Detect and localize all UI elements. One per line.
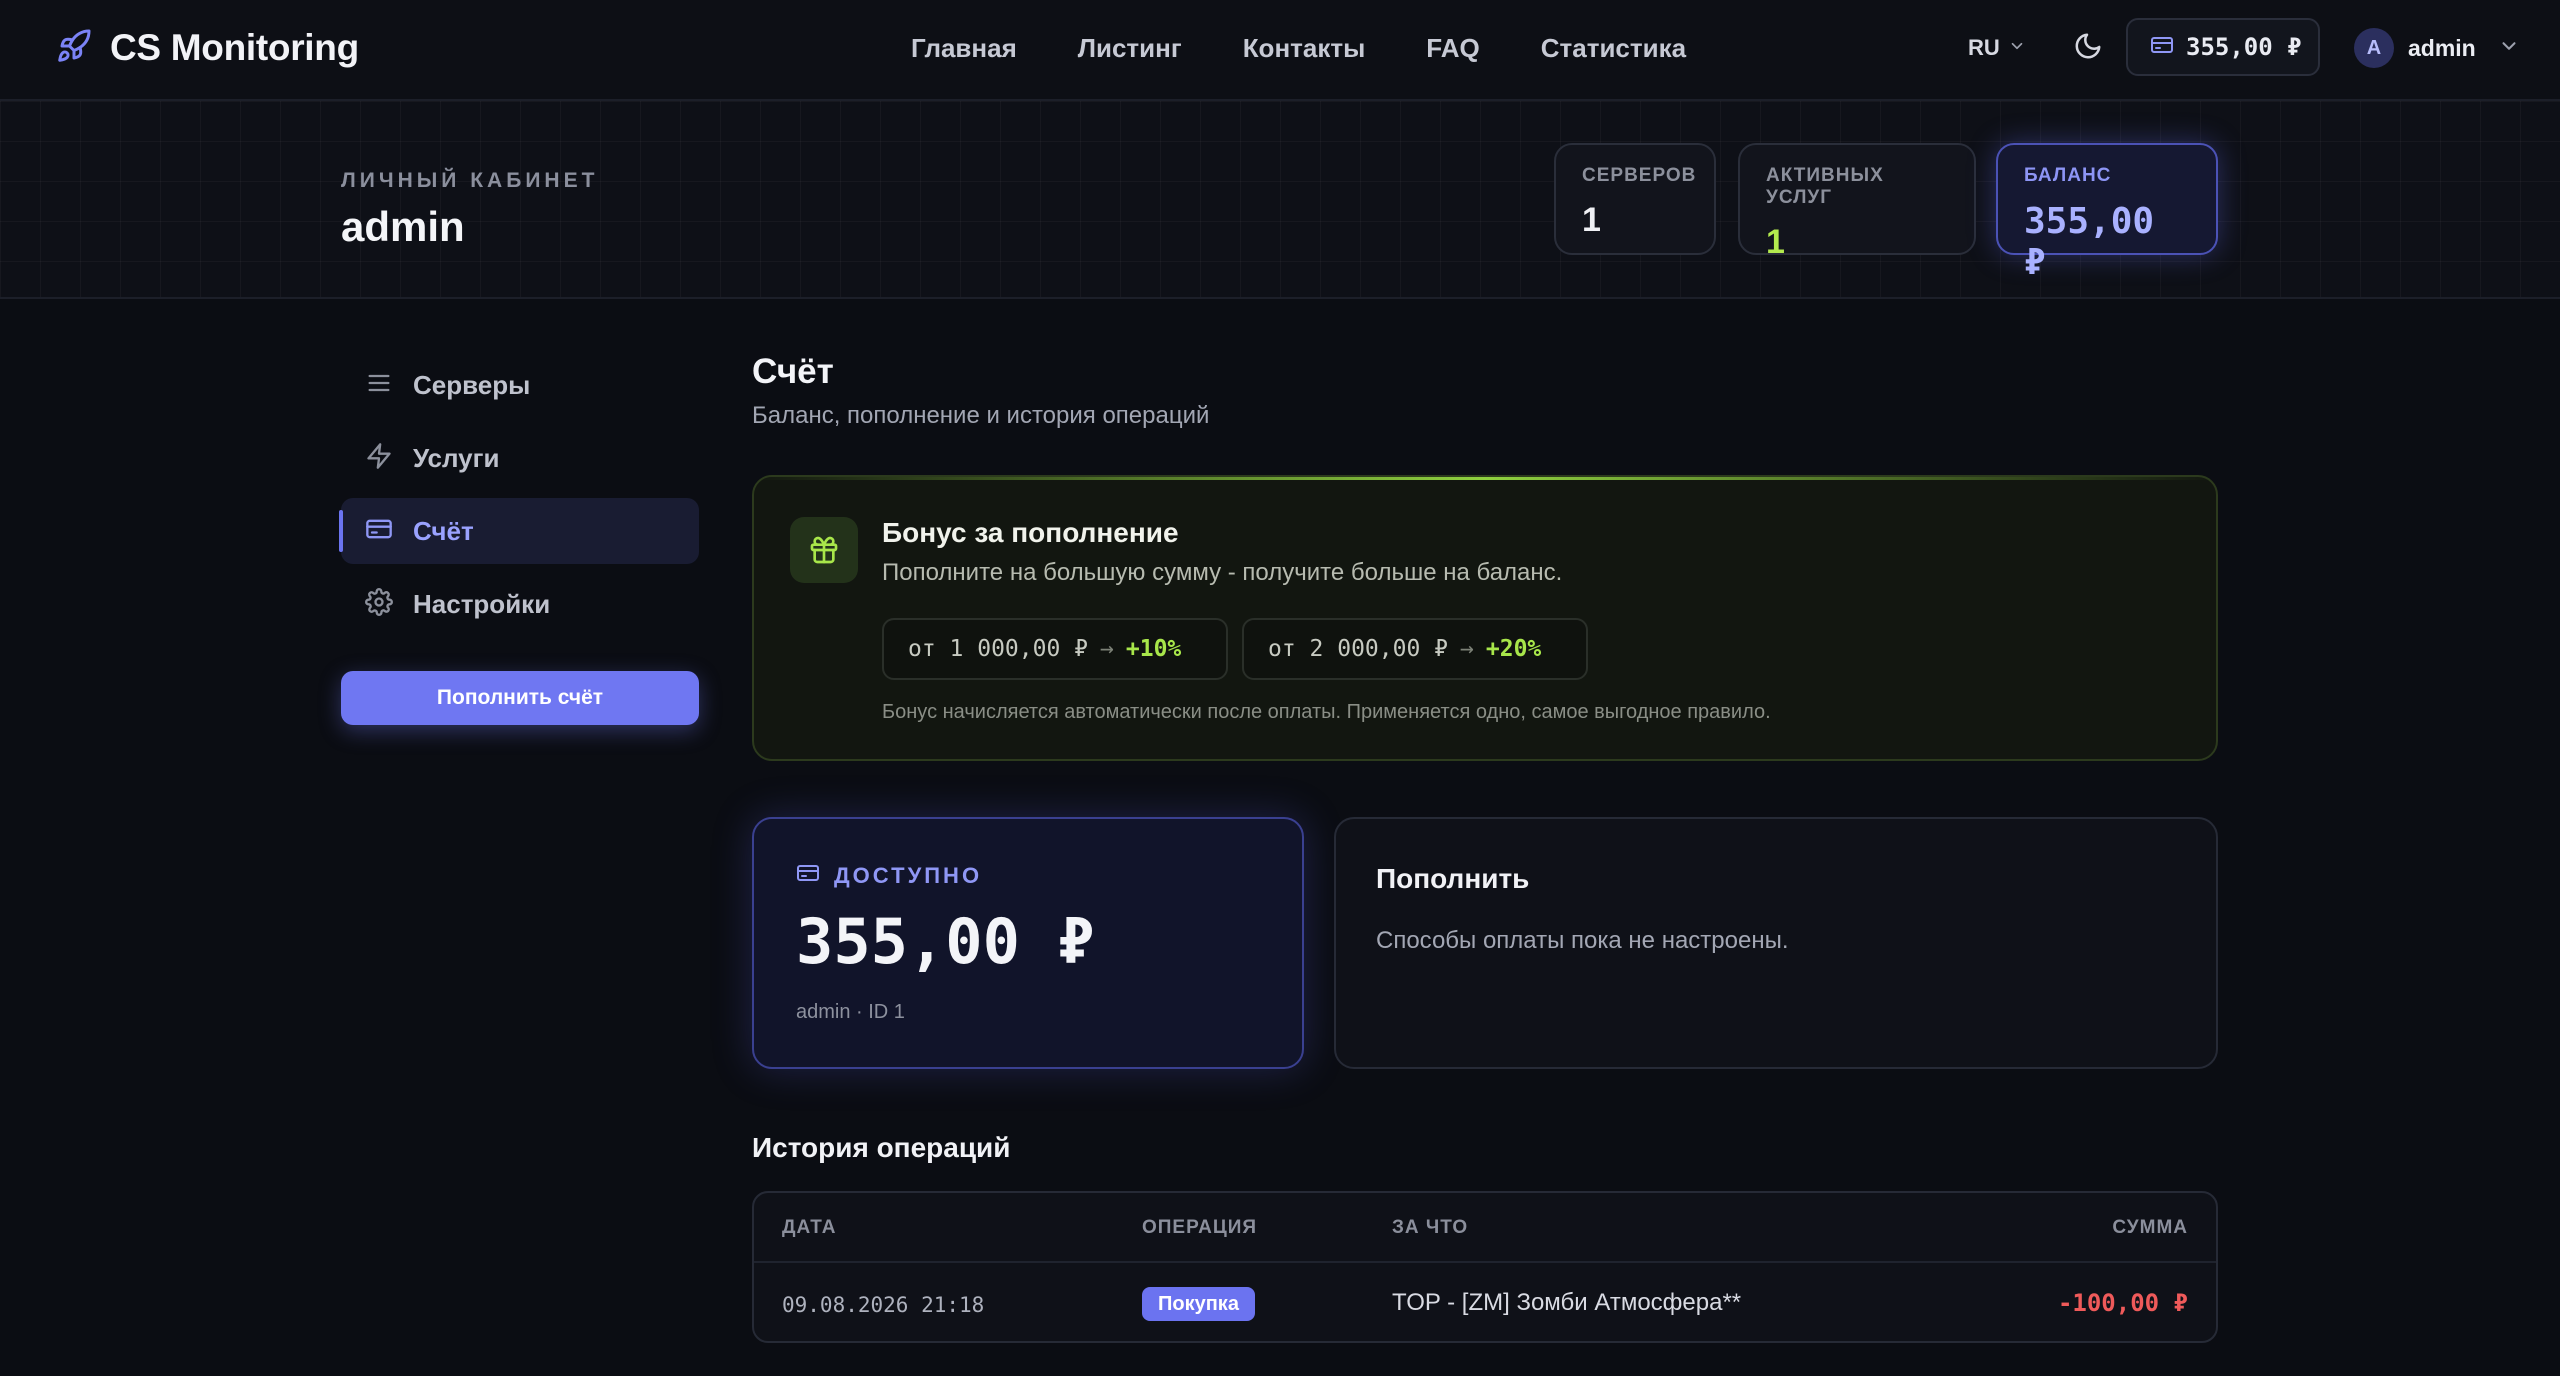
stat-balance-value: 355,00 ₽ [2024, 201, 2155, 283]
language-label: RU [1968, 35, 2000, 60]
moon-icon [2073, 31, 2103, 66]
sidebar-item-label: Счёт [413, 515, 474, 546]
operation-badge: Покупка [1142, 1287, 1255, 1321]
refill-card: Пополнить Способы оплаты пока не настрое… [1334, 817, 2218, 1069]
lightning-icon [365, 442, 393, 475]
bonus-title: Бонус за пополнение [882, 517, 1179, 548]
arrow-right-icon: → [1100, 636, 1114, 662]
main-nav: Главная Листинг Контакты FAQ Статистика [911, 28, 1686, 68]
stat-services-label: АКТИВНЫХ УСЛУГ [1766, 165, 1884, 208]
history-table: ДАТА ОПЕРАЦИЯ ЗА ЧТО СУММА 09.08.2026 21… [752, 1191, 2218, 1343]
row-description: TOP - [ZM] Зомби Атмосфера** [1392, 1289, 1742, 1316]
stat-servers-value: 1 [1582, 201, 1601, 239]
column-header-amount[interactable]: СУММА [2112, 1217, 2188, 1239]
sidebar-item-label: Серверы [413, 369, 531, 400]
theme-toggle-button[interactable] [2070, 30, 2106, 66]
bonus-tier: от 2 000,00 ₽ → +20% [1242, 618, 1588, 680]
column-header-for[interactable]: ЗА ЧТО [1392, 1217, 1468, 1239]
stat-servers-card: СЕРВЕРОВ 1 [1554, 143, 1716, 255]
available-amount: 355,00 ₽ [796, 905, 1095, 978]
brand-logo[interactable]: CS Monitoring [56, 24, 359, 72]
bonus-tier-threshold: от 1 000,00 ₽ [908, 636, 1089, 662]
nav-link-stats[interactable]: Статистика [1541, 28, 1686, 68]
sidebar-item-servers[interactable]: Серверы [341, 352, 699, 418]
top-navbar: CS Monitoring Главная Листинг Контакты F… [0, 0, 2560, 101]
arrow-right-icon: → [1460, 636, 1474, 662]
page-title: Счёт [752, 352, 834, 391]
user-menu[interactable]: A admin [2354, 26, 2520, 70]
available-label: ДОСТУПНО [834, 862, 983, 888]
row-amount: -100,00 ₽ [2057, 1289, 2188, 1317]
stat-balance-label: БАЛАНС [2024, 165, 2112, 186]
user-name: admin [2408, 34, 2476, 61]
topup-account-button[interactable]: Пополнить счёт [341, 671, 699, 725]
history-title: История операций [752, 1132, 1011, 1163]
available-balance-card: ДОСТУПНО 355,00 ₽ admin · ID 1 [752, 817, 1304, 1069]
refill-empty-text: Способы оплаты пока не настроены. [1376, 927, 1789, 954]
card-icon [2150, 33, 2174, 62]
list-icon [365, 369, 393, 402]
header-balance-button[interactable]: 355,00 ₽ [2126, 18, 2320, 76]
hero-username: admin [341, 203, 465, 250]
bonus-card: Бонус за пополнение Пополните на большую… [752, 475, 2218, 761]
nav-link-listing[interactable]: Листинг [1078, 28, 1182, 68]
nav-link-contacts[interactable]: Контакты [1243, 28, 1366, 68]
column-header-date[interactable]: ДАТА [782, 1217, 836, 1239]
chevron-down-icon [2008, 35, 2026, 61]
sidebar-item-services[interactable]: Услуги [341, 425, 699, 491]
card-icon [796, 861, 820, 890]
language-switcher[interactable]: RU [1968, 30, 2026, 66]
bonus-tier-percent: +20% [1485, 636, 1542, 662]
card-icon [365, 515, 393, 548]
stat-services-card: АКТИВНЫХ УСЛУГ 1 [1738, 143, 1976, 261]
header-balance-amount: 355,00 ₽ [2186, 33, 2302, 61]
sidebar-item-settings[interactable]: Настройки [341, 571, 699, 637]
brand-name: CS Monitoring [110, 27, 359, 68]
gift-icon [790, 517, 858, 583]
avatar: A [2354, 28, 2394, 68]
row-date: 09.08.2026 21:18 [782, 1293, 985, 1317]
nav-link-home[interactable]: Главная [911, 28, 1017, 68]
bonus-tier: от 1 000,00 ₽ → +10% [882, 618, 1228, 680]
column-header-operation[interactable]: ОПЕРАЦИЯ [1142, 1217, 1257, 1239]
bonus-note: Бонус начисляется автоматически после оп… [882, 701, 1771, 723]
page-subtitle: Баланс, пополнение и история операций [752, 402, 1210, 429]
stat-servers-label: СЕРВЕРОВ [1582, 165, 1697, 186]
sidebar-item-account[interactable]: Счёт [339, 498, 699, 564]
available-header: ДОСТУПНО [796, 861, 982, 890]
stat-balance-card: БАЛАНС 355,00 ₽ [1996, 143, 2218, 283]
nav-link-faq[interactable]: FAQ [1426, 28, 1479, 68]
sidebar-item-label: Настройки [413, 588, 551, 619]
refill-title: Пополнить [1376, 863, 1530, 894]
hero-kicker: ЛИЧНЫЙ КАБИНЕТ [341, 169, 599, 192]
table-header: ДАТА ОПЕРАЦИЯ ЗА ЧТО СУММА [754, 1193, 2216, 1263]
gear-icon [365, 587, 393, 621]
stat-services-value: 1 [1766, 223, 1785, 261]
bonus-description: Пополните на большую сумму - получите бо… [882, 559, 1563, 586]
rocket-icon [56, 28, 92, 69]
available-meta: admin · ID 1 [796, 1001, 905, 1023]
sidebar-item-label: Услуги [413, 442, 500, 473]
bonus-tier-percent: +10% [1125, 636, 1182, 662]
chevron-down-icon [2490, 35, 2520, 62]
bonus-tier-threshold: от 2 000,00 ₽ [1268, 636, 1449, 662]
